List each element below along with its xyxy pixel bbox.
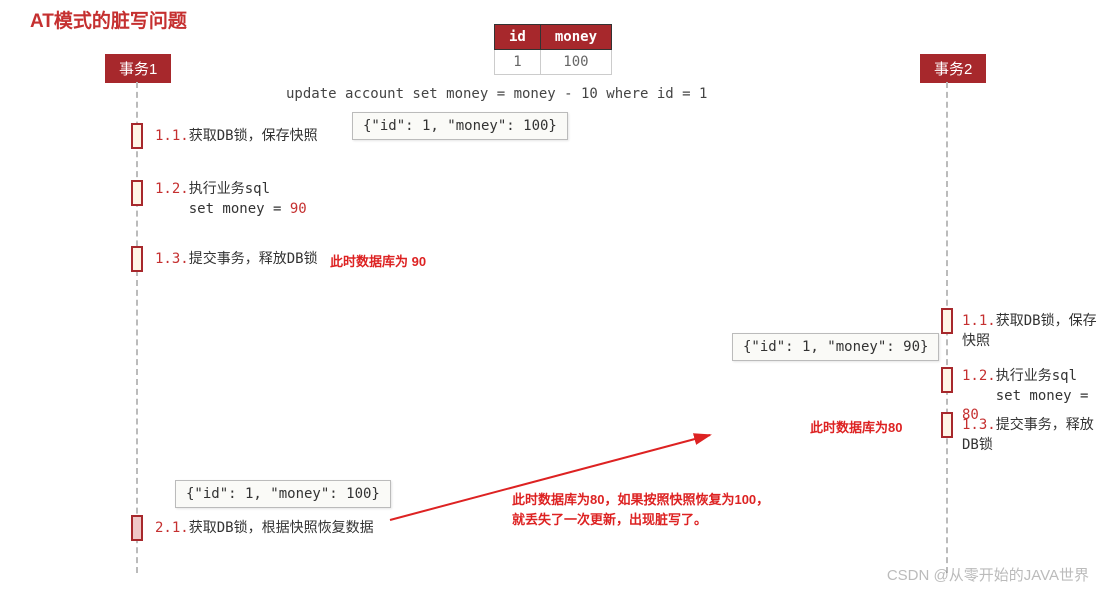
tx1-step1: 1.1.获取DB锁，保存快照 [155,127,318,147]
activation-box [941,308,953,334]
activation-box [131,180,143,206]
warn-line1: 此时数据库为80，如果按照快照恢复为100， [512,492,769,507]
tx1-step3: 1.3.提交事务，释放DB锁 [155,250,318,270]
step-num: 1.3. [155,251,189,267]
activation-box [941,412,953,438]
activation-box [131,246,143,272]
step-label: 获取DB锁，保存快照 [189,128,318,144]
lane-tx1: 事务1 [105,54,171,83]
sql-statement: update account set money = money - 10 wh… [286,86,707,102]
tx2-step3: 1.3.提交事务，释放DB锁 [962,416,1101,455]
step-num: 1.1. [962,313,996,329]
step-label: 执行业务sql [996,368,1077,384]
diagram-title: AT模式的脏写问题 [30,6,187,33]
warn-line2: 就丢失了一次更新，出现脏写了。 [512,512,707,527]
snapshot-2: {"id": 1, "money": 90} [732,333,939,361]
activation-box [941,367,953,393]
step-num: 1.3. [962,417,996,433]
note-db80: 此时数据库为80 [810,417,902,436]
snapshot-3: {"id": 1, "money": 100} [175,480,391,508]
step-label: 提交事务，释放DB锁 [189,251,318,267]
step-val: 90 [290,201,307,217]
step-label: 执行业务sql [189,181,270,197]
step-num: 1.1. [155,128,189,144]
tx2-step1: 1.1.获取DB锁，保存快照 [962,312,1101,351]
tx1-step2: 1.2.执行业务sql set money = 90 [155,180,307,219]
tx1-step4: 2.1.获取DB锁，根据快照恢复数据 [155,519,374,539]
watermark: CSDN @从零开始的JAVA世界 [887,564,1089,585]
th-money: money [540,25,611,50]
activation-box [131,515,143,541]
step-sub: set money = [996,388,1089,404]
step-num: 1.2. [962,368,996,384]
snapshot-1: {"id": 1, "money": 100} [352,112,568,140]
td-money: 100 [540,50,611,75]
step-label: 获取DB锁，根据快照恢复数据 [189,520,374,536]
th-id: id [495,25,541,50]
lane-tx2: 事务2 [920,54,986,83]
activation-box [131,123,143,149]
lifeline-tx1 [136,82,138,573]
step-num: 2.1. [155,520,189,536]
step-num: 1.2. [155,181,189,197]
db-table: id money 1 100 [494,24,612,75]
step-sub: set money = [189,201,290,217]
note-db90: 此时数据库为 90 [330,251,426,270]
dirty-write-warning: 此时数据库为80，如果按照快照恢复为100， 就丢失了一次更新，出现脏写了。 [512,490,769,529]
td-id: 1 [495,50,541,75]
